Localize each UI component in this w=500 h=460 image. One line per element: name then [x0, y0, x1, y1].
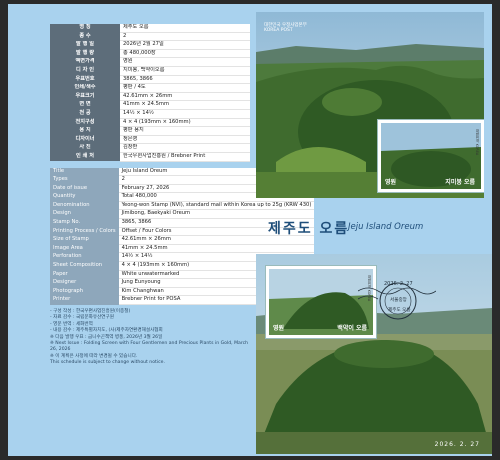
row-value: 평판 용지	[120, 126, 250, 136]
stamp-country: 대한민국 KOREA	[475, 129, 479, 156]
row-value: 지미봉, 백약이오름	[120, 66, 250, 76]
row-label: 종 수	[50, 32, 120, 41]
row-label: 용 지	[50, 126, 120, 136]
row-label: 인 쇄 처	[50, 152, 120, 161]
row-label: 발 행 일	[50, 40, 120, 50]
row-value: 영원	[120, 57, 250, 67]
row-label: 전지구성	[50, 118, 120, 127]
kr-info-row: 디자이너 정은영	[50, 135, 250, 145]
row-value: 14½ × 14½	[120, 109, 250, 119]
row-value: 김창환	[120, 143, 250, 153]
kr-info-row: 액면가격 영원	[50, 57, 250, 67]
info-panel: 명 칭 제주도 오름 종 수2발 행 일 2026년 2월 27일 발 행 량총 480…	[50, 24, 315, 367]
row-label: 액면가격	[50, 57, 120, 67]
row-label: 명 칭	[50, 24, 120, 33]
row-label: Title	[50, 167, 119, 176]
notes: - 구성 작성 : 한국우편사업진흥원(이종철) - 자료 감수 : 국립문화유산…	[50, 309, 250, 367]
row-label: Paper	[50, 270, 119, 279]
row-label: Printing Process / Colors	[50, 227, 119, 236]
row-value: 정은영	[120, 135, 250, 145]
kr-info-row: 전지구성 4 × 4 (193mm × 160mm)	[50, 118, 250, 128]
row-label: Denomination	[50, 201, 119, 210]
row-value: 4 × 4 (193mm × 160mm)	[120, 118, 250, 128]
kr-info-row: 우표크기 42.61mm × 26mm	[50, 92, 250, 102]
logo-sub: KOREA POST	[264, 28, 293, 33]
postmark: 2026. 2. 27 서울중앙 제주도 오름	[357, 279, 437, 323]
stamp-value: 영원	[273, 325, 285, 332]
kr-info-row: 명 칭 제주도 오름	[50, 24, 250, 33]
stamp-name: 백약이 오름	[337, 325, 367, 332]
row-label: Types	[50, 175, 119, 185]
row-label: Printer	[50, 295, 119, 305]
kr-info-row: 용 지 평판 용지	[50, 126, 250, 136]
row-value: 3865, 3866	[120, 75, 250, 85]
kr-info-row: 우표번호 3865, 3866	[50, 75, 250, 85]
kr-info-row: 디 자 인 지미봉, 백약이오름	[50, 66, 250, 76]
row-label: Date of issue	[50, 184, 119, 193]
row-value: 평판 / 4도	[120, 83, 250, 93]
row-label: Photograph	[50, 287, 119, 296]
stamp-info-sheet: 명 칭 제주도 오름 종 수2발 행 일 2026년 2월 27일 발 행 량총 480…	[8, 4, 492, 456]
row-label: 디 자 인	[50, 66, 120, 76]
postmark-date: 2026. 2. 27	[384, 281, 413, 287]
row-value: 2	[120, 32, 250, 42]
row-value: 2026년 2월 27일	[120, 40, 250, 50]
title-area: 제주도 오름 Jeju Island Oreum	[256, 200, 492, 254]
photo-date: 2026. 2. 27	[434, 441, 480, 448]
row-value: 41mm × 24.5mm	[120, 100, 250, 110]
note-line: ※ Next Issue : Folding Screen with Four …	[50, 341, 249, 353]
stamp-value: 영원	[385, 179, 397, 186]
row-label: 우표크기	[50, 92, 120, 101]
korea-post-logo: 대한민국 우정사업본부 KOREA POST	[264, 22, 307, 33]
row-label: Size of Stamp	[50, 235, 119, 245]
kr-info-row: 인 쇄 처 한국우편사업진흥원 / Brebner Print	[50, 152, 250, 162]
row-label: Stamp No.	[50, 218, 119, 228]
stamp-jimibong: 영원 지미봉 오름 대한민국 KOREA	[378, 120, 484, 192]
row-label: Image Area	[50, 244, 119, 253]
title-english: Jeju Island Oreum	[348, 222, 424, 232]
row-label: 천 공	[50, 109, 120, 119]
korean-info-table: 명 칭 제주도 오름 종 수2발 행 일 2026년 2월 27일 발 행 량총 480…	[50, 24, 250, 162]
postmark-name: 제주도 오름	[388, 308, 411, 313]
jimibong-photo: 대한민국 우정사업본부 KOREA POST 영원 지미봉 오름 대한민국 KO…	[256, 12, 484, 198]
row-label: Quantity	[50, 192, 119, 202]
row-label: Designer	[50, 278, 119, 288]
kr-info-row: 천 공 14½ × 14½	[50, 109, 250, 119]
title-korean: 제주도 오름	[268, 221, 350, 237]
kr-info-row: 발 행 일 2026년 2월 27일	[50, 40, 250, 50]
row-label: 인쇄/색수	[50, 83, 120, 93]
postmark-place: 서울중앙	[390, 298, 407, 303]
row-value: 42.61mm × 26mm	[120, 92, 250, 102]
row-value: 제주도 오름	[120, 24, 250, 33]
stamp-name: 지미봉 오름	[445, 179, 475, 186]
row-label: Sheet Composition	[50, 261, 119, 271]
kr-info-row: 인쇄/색수 평판 / 4도	[50, 83, 250, 93]
row-label: 발 행 량	[50, 49, 120, 58]
row-value: 한국우편사업진흥원 / Brebner Print	[120, 152, 250, 162]
row-label: 사 진	[50, 143, 120, 153]
kr-info-row: 발 행 량총 480,000장	[50, 49, 250, 59]
note-line: This schedule is subject to change witho…	[50, 360, 165, 366]
row-label: Perforation	[50, 252, 119, 262]
row-label: 디자이너	[50, 135, 120, 144]
row-label: Design	[50, 209, 119, 219]
row-label: 우표번호	[50, 75, 120, 84]
row-label: 면 면	[50, 100, 120, 110]
kr-info-row: 사 진 김창환	[50, 143, 250, 153]
row-value: 총 480,000장	[120, 49, 250, 59]
kr-info-row: 면 면 41mm × 24.5mm	[50, 100, 250, 110]
kr-info-row: 종 수2	[50, 32, 250, 42]
